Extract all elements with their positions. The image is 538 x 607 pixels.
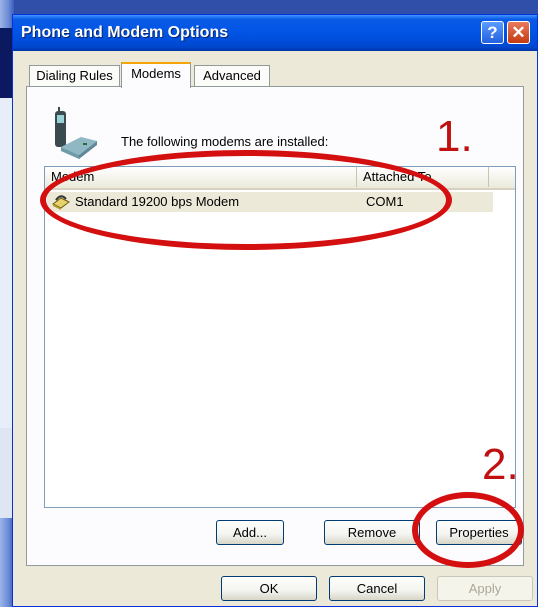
annotation-circle-2 <box>412 492 524 568</box>
window-title: Phone and Modem Options <box>21 24 229 41</box>
tab-dialing-rules[interactable]: Dialing Rules <box>29 65 120 87</box>
annotation-number-1: 1. <box>436 112 473 161</box>
tab-modems[interactable]: Modems <box>121 62 191 88</box>
phone-modem-icon <box>55 107 97 159</box>
annotation-number-2: 2. <box>482 440 519 489</box>
ok-button[interactable]: OK <box>221 576 317 601</box>
remove-button[interactable]: Remove <box>324 520 420 545</box>
close-button[interactable]: ✕ <box>507 21 530 44</box>
tab-advanced[interactable]: Advanced <box>194 65 270 87</box>
cancel-button[interactable]: Cancel <box>329 576 425 601</box>
installed-modems-text: The following modems are installed: <box>121 134 329 149</box>
title-bar[interactable]: Phone and Modem Options ? ✕ <box>13 15 537 51</box>
help-button[interactable]: ? <box>481 21 504 44</box>
apply-button[interactable]: Apply <box>437 576 533 601</box>
add-button[interactable]: Add... <box>216 520 284 545</box>
annotation-circle-1 <box>40 150 452 250</box>
